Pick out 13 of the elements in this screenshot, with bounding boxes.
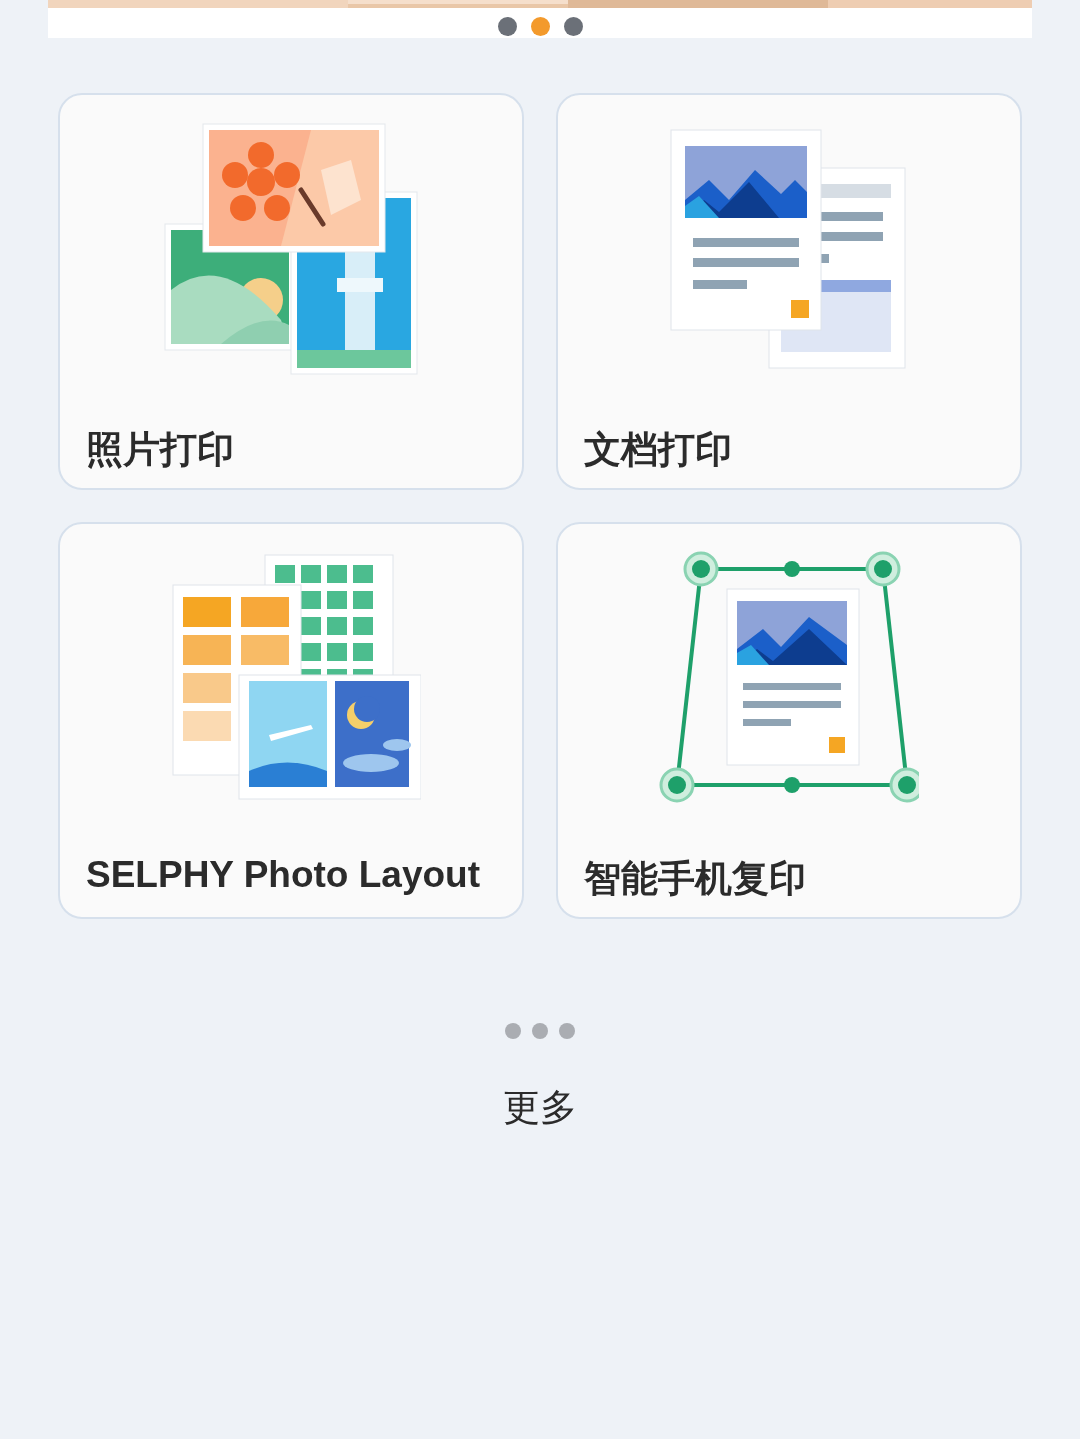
feature-card[interactable]: 照片打印 [58, 93, 524, 490]
page-dot[interactable] [497, 17, 517, 36]
more-dots-icon [505, 1023, 575, 1039]
feature-card[interactable]: 文档打印 [556, 93, 1022, 490]
card-label: 文档打印 [584, 428, 732, 472]
feature-card[interactable]: SELPHY Photo Layout [58, 522, 524, 919]
card-label: 照片打印 [86, 428, 234, 472]
card-label: SELPHY Photo Layout [86, 854, 480, 896]
feature-card[interactable]: 智能手机复印 [556, 522, 1022, 919]
more-button[interactable]: 更多 [503, 1083, 577, 1133]
card-label: 智能手机复印 [584, 857, 806, 901]
page-dot[interactable] [530, 17, 550, 36]
page-dot[interactable] [563, 17, 583, 36]
